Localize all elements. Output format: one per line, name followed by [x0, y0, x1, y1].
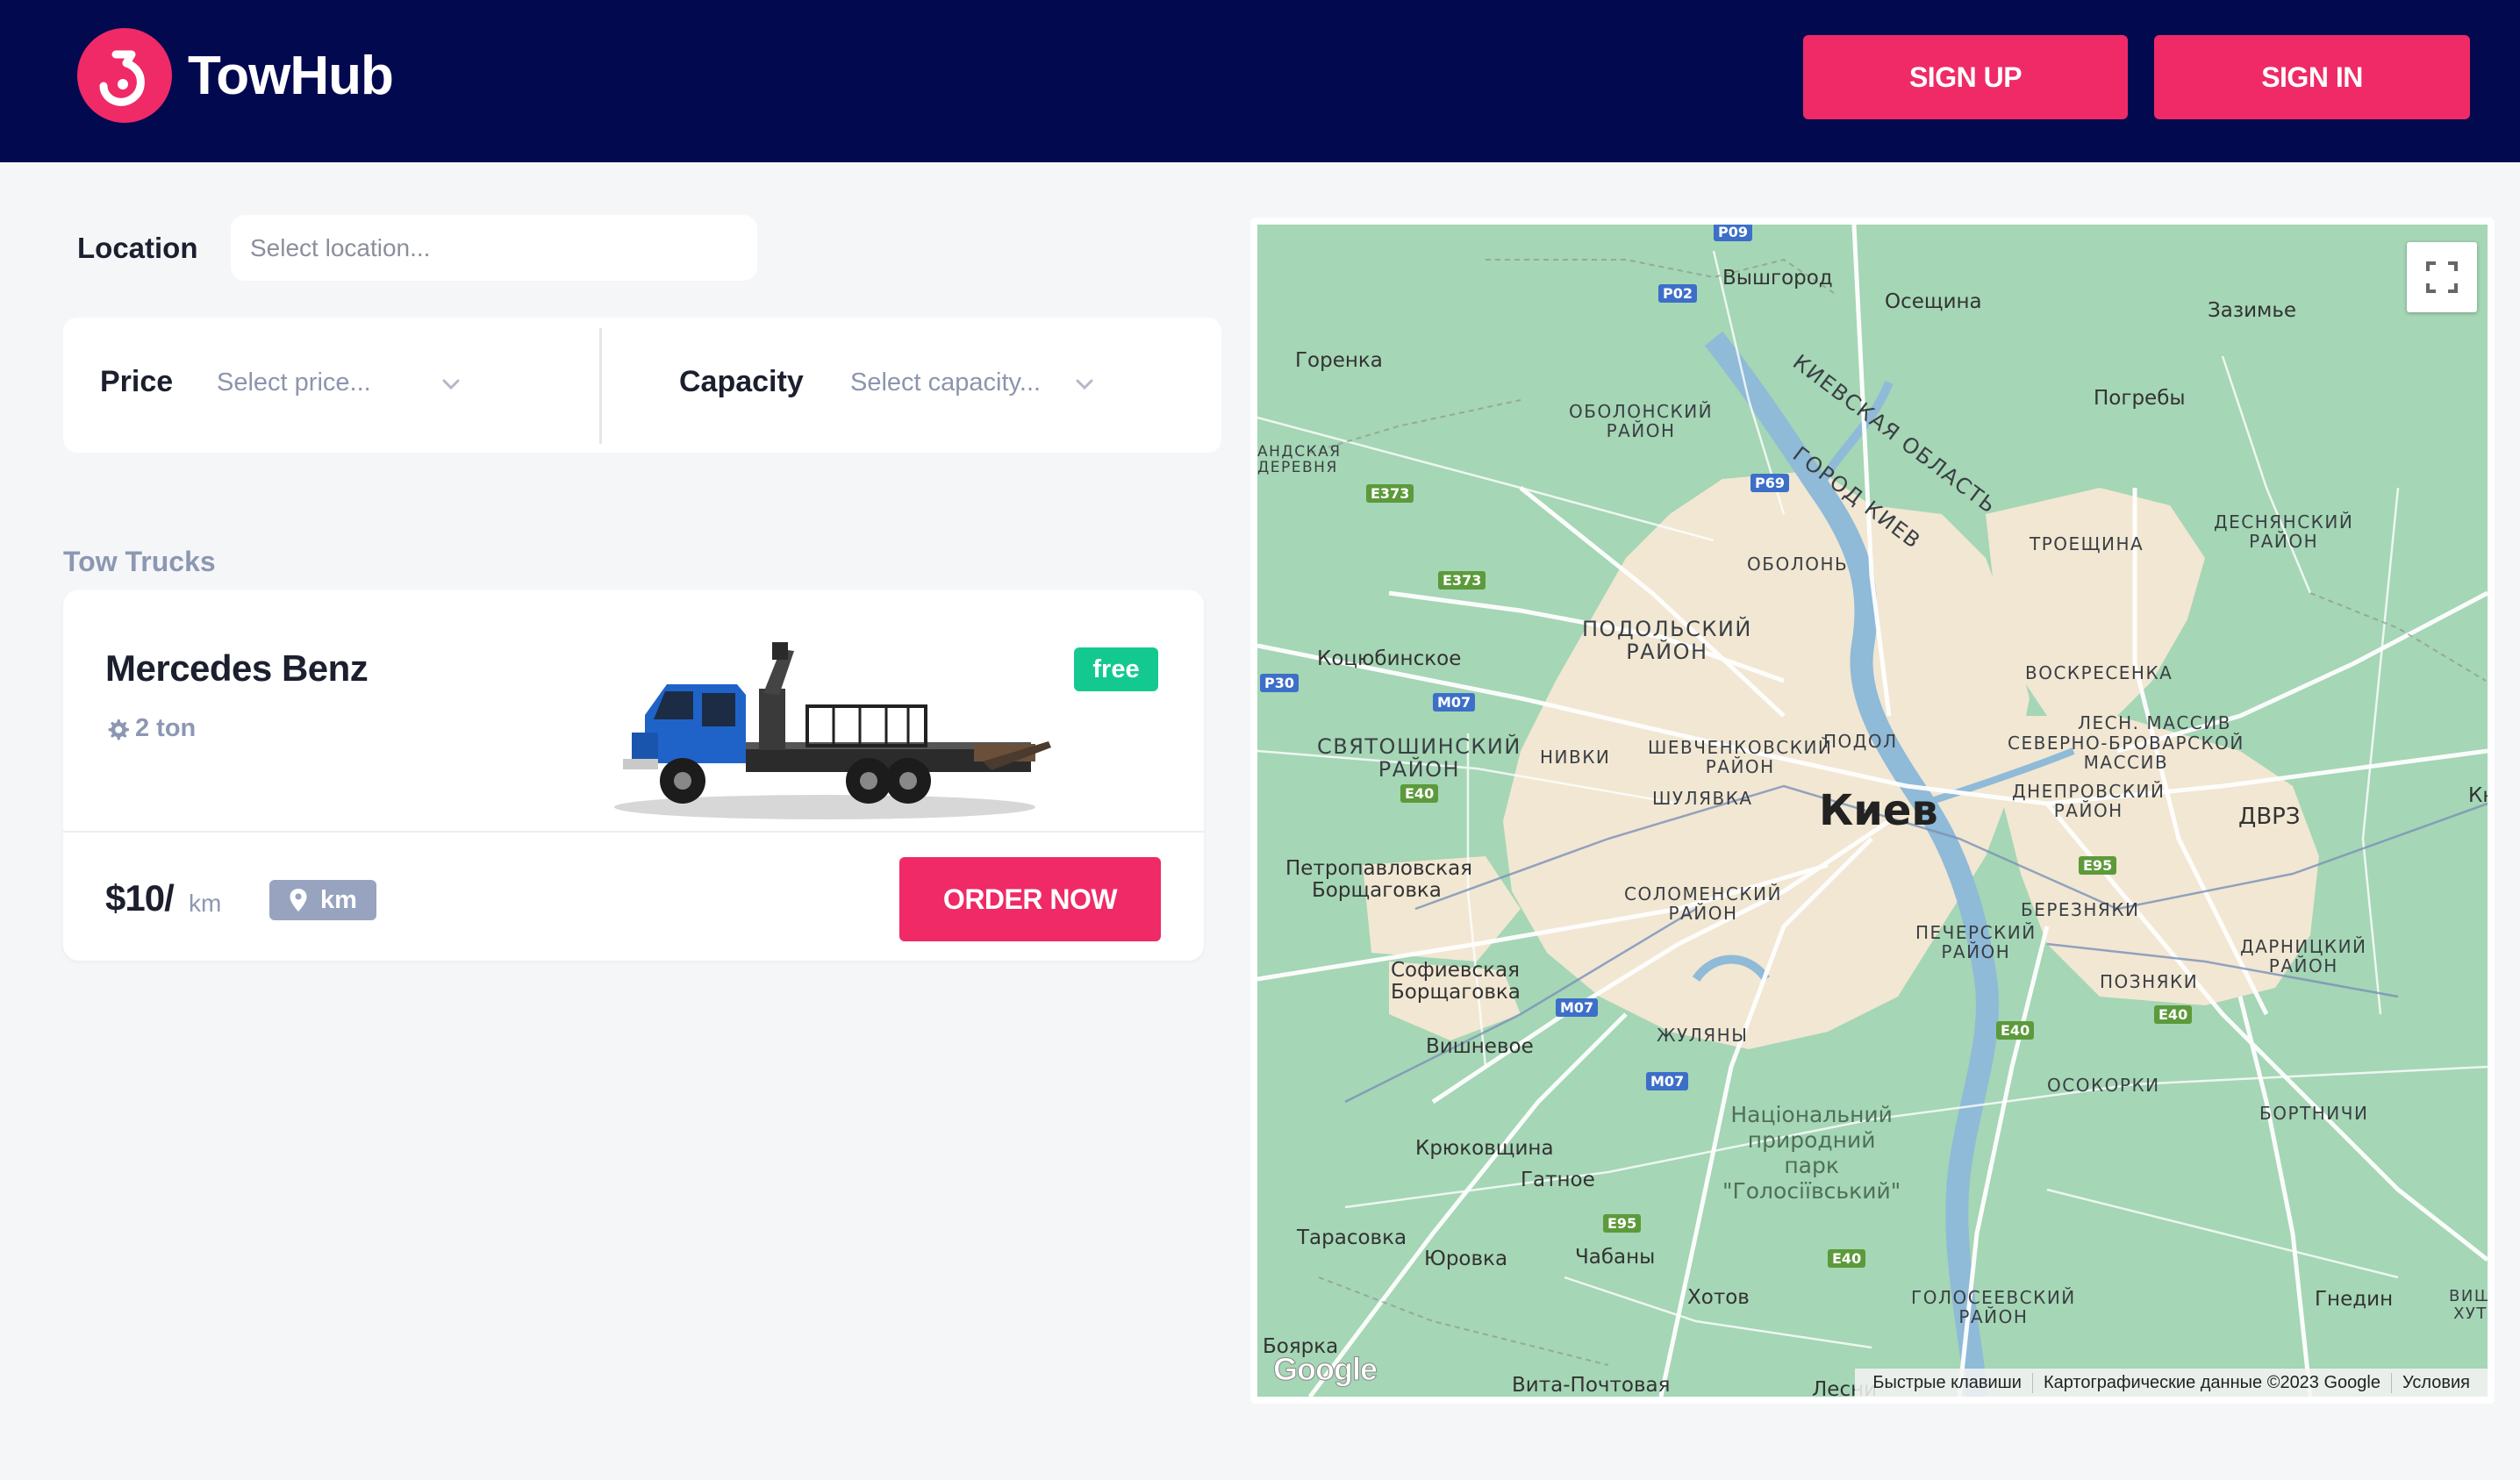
road-shield: E40 [1400, 784, 1439, 803]
district-label: ВОСКРЕСЕНКА [2025, 662, 2173, 683]
road-shield: P30 [1260, 674, 1299, 692]
road-shield: E373 [1366, 484, 1414, 503]
road-shield: E373 [1438, 571, 1486, 590]
park-label: Національний природний парк "Голосіївський" [1722, 1102, 1901, 1204]
chevron-down-icon[interactable] [1073, 373, 1096, 396]
capacity-select[interactable]: Select capacity... [850, 368, 1041, 397]
district-label: НИВКИ [1540, 747, 1611, 768]
truck-name: Mercedes Benz [105, 647, 369, 689]
chevron-down-icon[interactable] [440, 373, 462, 396]
section-title: Tow Trucks [63, 546, 216, 577]
map-label: Тарасовка [1297, 1226, 1407, 1249]
district-label: ДНЕПРОВСКИЙ РАЙОН [2012, 781, 2166, 821]
map-label: Вишневое [1426, 1035, 1534, 1058]
map-label: Гатное [1521, 1169, 1595, 1191]
map-label: Петропавловская Борщаговка [1285, 857, 1472, 902]
district-label: БОРТНИЧИ [2259, 1103, 2369, 1124]
map-label: Софиевская Борщаговка [1391, 959, 1521, 1004]
google-logo: Google [1273, 1351, 1378, 1388]
district-label: ПЕЧЕРСКИЙ РАЙОН [1915, 922, 2037, 962]
map-container: Вышгород Осещина Зазимье Горенка Погребы… [1250, 218, 2495, 1404]
road-shield: E40 [1828, 1249, 1866, 1268]
map-label: Вышгород [1722, 267, 1833, 290]
district-label: СВЯТОШИНСКИЙ РАЙОН [1317, 734, 1521, 782]
fullscreen-icon [2426, 261, 2458, 293]
distance-value: km [320, 885, 357, 914]
status-badge: free [1074, 647, 1158, 691]
district-label: ПОДОЛ [1823, 731, 1898, 752]
tow-hook-logo-icon [77, 28, 172, 123]
map-label: Зазимье [2208, 299, 2297, 322]
map-label: Горенка [1295, 349, 1383, 372]
road-shield: P09 [1714, 225, 1752, 241]
district-label: ЛЕСН. МАССИВ [2078, 712, 2231, 733]
road-shield: E95 [1603, 1214, 1642, 1233]
road-shield: P02 [1658, 284, 1697, 303]
road-shield: E40 [2154, 1005, 2193, 1024]
truck-price: $10/ [105, 877, 175, 919]
map-attribution: Быстрые клавиши Картографические данные … [1855, 1369, 2488, 1397]
filter-divider [599, 328, 602, 444]
map-label: Юровка [1424, 1248, 1508, 1270]
district-label: ГОЛОСЕЕВСКИЙ РАЙОН [1911, 1287, 2076, 1327]
district-label: ДЕСНЯНСКИЙ РАЙОН [2214, 511, 2354, 552]
map-data-credit: Картографические данные ©2023 Google [2031, 1372, 2391, 1393]
brand-name: TowHub [188, 45, 394, 106]
road-shield: M07 [1433, 693, 1476, 711]
district-label: ТРОЕЩИНА [2030, 533, 2144, 554]
district-label: ШЕВЧЕНКОВСКИЙ РАЙОН [1648, 737, 1833, 777]
map-label: Осещина [1885, 290, 1982, 313]
brand-logo[interactable]: TowHub [77, 28, 394, 123]
district-label: ДАРНИЦКИЙ РАЙОН [2240, 936, 2367, 976]
top-navbar: TowHub SIGN UP SIGN IN [0, 0, 2520, 162]
order-now-button[interactable]: ORDER NOW [899, 857, 1161, 941]
district-label: ЖУЛЯНЫ [1657, 1025, 1749, 1046]
road-shield: P69 [1750, 474, 1789, 492]
truck-capacity: 2 ton [105, 714, 196, 743]
map-label: Вита-Почтовая [1512, 1374, 1671, 1397]
map-label: Хотов [1687, 1286, 1750, 1309]
capacity-value: 2 ton [135, 714, 197, 742]
price-unit: km [189, 890, 222, 917]
road-shield: E40 [1996, 1021, 2035, 1040]
keyboard-shortcuts-link[interactable]: Быстрые клавиши [1862, 1373, 2032, 1393]
distance-badge: km [269, 880, 376, 920]
location-label: Location [77, 232, 198, 264]
fullscreen-button[interactable] [2407, 242, 2477, 312]
map-label: Чабаны [1575, 1246, 1656, 1269]
district-label: БЕРЕЗНЯКИ [2021, 899, 2140, 920]
map-label: ДВРЗ [2238, 804, 2301, 830]
google-map[interactable]: Вышгород Осещина Зазимье Горенка Погребы… [1257, 225, 2488, 1397]
map-label: Крюковщина [1415, 1137, 1554, 1160]
district-label: АНДСКАЯ ДЕРЕВНЯ [1257, 443, 1342, 476]
district-label: ПОЗНЯКИ [2100, 971, 2199, 992]
road-shield: M07 [1646, 1072, 1689, 1090]
district-label: ПОДОЛЬСКИЙ РАЙОН [1582, 617, 1752, 664]
city-label: Киев [1819, 786, 1938, 835]
location-input[interactable] [231, 215, 757, 281]
district-label: ОСОКОРКИ [2047, 1075, 2160, 1096]
price-select[interactable]: Select price... [217, 368, 371, 397]
district-label: ШУЛЯВКА [1652, 788, 1753, 809]
map-label: Коцюбинское [1317, 647, 1462, 670]
card-divider [63, 831, 1204, 833]
location-pin-icon [290, 889, 307, 912]
terms-link[interactable]: Условия [2390, 1372, 2481, 1393]
district-label: СЕВЕРНО-БРОВАРСКОЙ МАССИВ [2008, 733, 2244, 773]
tow-truck-image [614, 642, 1051, 819]
sign-up-button[interactable]: SIGN UP [1803, 35, 2128, 119]
road-shield: E95 [2079, 856, 2117, 875]
sign-in-button[interactable]: SIGN IN [2154, 35, 2470, 119]
capacity-label: Capacity [679, 365, 804, 398]
road-shield: M07 [1556, 998, 1599, 1017]
map-label: Гнедин [2315, 1288, 2394, 1311]
district-label: СОЛОМЕНСКИЙ РАЙОН [1624, 883, 1783, 924]
map-label: Кн [2468, 784, 2488, 807]
map-label: Погребы [2094, 387, 2186, 410]
district-label: ВИШНХУТО [2449, 1287, 2488, 1323]
price-label: Price [100, 365, 174, 398]
district-label: ОБОЛОНСКИЙ РАЙОН [1569, 401, 1714, 441]
gear-icon [108, 719, 129, 740]
district-label: ОБОЛОНЬ [1747, 554, 1849, 575]
